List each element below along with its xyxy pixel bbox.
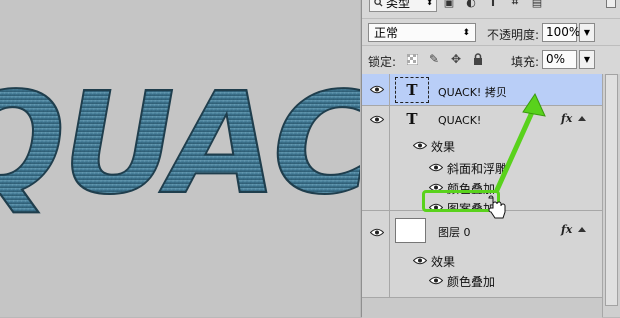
quack-artwork: QUAC <box>0 62 360 227</box>
lock-label: 锁定: <box>368 55 397 69</box>
shape-filter-icon[interactable]: ⌗ <box>509 0 521 8</box>
collapse-effects-icon[interactable] <box>578 227 586 232</box>
effects-label: 效果 <box>431 255 456 269</box>
quack-artwork-text: QUAC <box>0 63 360 226</box>
layers-scrollbar[interactable] <box>602 74 620 317</box>
eye-icon[interactable] <box>370 228 384 237</box>
chevron-down-icon: ▼ <box>583 28 591 37</box>
layers-panel: 类型 ⬍ ▣ ◐ T ⌗ ▤ 正常 ⬍ 不透明度: 100% ▼ 锁定: ✎ ✥ <box>361 0 620 318</box>
visibility-column <box>362 74 390 105</box>
filter-row: 类型 ⬍ ▣ ◐ T ⌗ ▤ <box>362 0 620 14</box>
layer-name: QUACK! <box>438 114 482 127</box>
blend-row: 正常 ⬍ 不透明度: 100% ▼ <box>362 18 620 45</box>
lock-brush-icon[interactable]: ✎ <box>427 52 441 66</box>
effect-item[interactable]: 颜色叠加 <box>362 269 602 291</box>
lock-transparency-icon[interactable] <box>405 52 419 66</box>
layer-row-layer0[interactable]: 图层 0 fx 效果 颜色叠加 <box>362 211 602 318</box>
type-thumb-glyph: T <box>406 110 418 128</box>
adjustment-filter-icon[interactable]: ◐ <box>465 0 477 9</box>
document-canvas[interactable]: QUAC <box>0 0 360 317</box>
lock-all-icon[interactable] <box>471 52 485 66</box>
chevron-down-icon: ▼ <box>583 55 591 64</box>
collapse-effects-icon[interactable] <box>578 116 586 121</box>
eye-icon[interactable] <box>429 276 443 285</box>
fill-dropdown-button[interactable]: ▼ <box>579 50 595 69</box>
eye-icon[interactable] <box>413 256 427 265</box>
filter-toggle-switch[interactable] <box>606 0 616 8</box>
filter-kind-label: 类型 <box>386 0 411 10</box>
eye-icon[interactable] <box>370 85 384 94</box>
opacity-input[interactable]: 100% <box>542 23 580 42</box>
fill-label: 填充: <box>511 55 540 69</box>
eye-icon[interactable] <box>429 163 443 172</box>
fill-input[interactable]: 0% <box>542 50 577 69</box>
blend-mode-value: 正常 <box>374 26 399 40</box>
panel-bottom-gap <box>362 297 602 318</box>
filter-kind-select[interactable]: 类型 ⬍ <box>369 0 437 12</box>
layer-name: 图层 0 <box>438 226 471 239</box>
opacity-label: 不透明度: <box>487 28 540 42</box>
chevron-updown-icon: ⬍ <box>462 27 470 38</box>
type-filter-icon[interactable]: T <box>487 0 499 9</box>
layer-row-quack-copy[interactable]: T QUACK! 拷贝 <box>362 74 602 106</box>
fx-icon[interactable]: fx <box>561 112 572 125</box>
blend-mode-select[interactable]: 正常 ⬍ <box>368 23 476 42</box>
chevron-updown-icon: ⬍ <box>426 0 433 7</box>
search-icon <box>374 0 383 7</box>
effects-header[interactable]: 效果 <box>362 134 602 156</box>
lock-row: 锁定: ✎ ✥ 填充: 0% ▼ <box>362 45 620 75</box>
lock-icons: ✎ ✥ <box>405 52 485 66</box>
image-filter-icon[interactable]: ▣ <box>443 0 455 9</box>
effect-item[interactable]: 斜面和浮雕 <box>362 156 602 178</box>
eye-icon[interactable] <box>413 141 427 150</box>
highlight-box <box>422 190 500 212</box>
lock-position-icon[interactable]: ✥ <box>449 52 463 66</box>
effect-label: 颜色叠加 <box>447 275 496 289</box>
effects-header[interactable]: 效果 <box>362 249 602 271</box>
type-layer-thumbnail: T <box>395 77 429 103</box>
smart-object-filter-icon[interactable]: ▤ <box>531 0 543 9</box>
layer-thumbnail <box>395 218 426 243</box>
layer-name: QUACK! 拷贝 <box>438 86 507 99</box>
scrollbar-thumb[interactable] <box>605 74 618 306</box>
effects-label: 效果 <box>431 140 456 154</box>
effect-label: 斜面和浮雕 <box>447 162 508 176</box>
fx-icon[interactable]: fx <box>561 223 572 236</box>
filter-icons: ▣ ◐ T ⌗ ▤ <box>443 0 543 9</box>
type-thumb-glyph: T <box>406 81 418 99</box>
opacity-dropdown-button[interactable]: ▼ <box>579 23 595 42</box>
eye-icon[interactable] <box>370 115 384 124</box>
type-layer-thumbnail: T <box>395 106 429 132</box>
